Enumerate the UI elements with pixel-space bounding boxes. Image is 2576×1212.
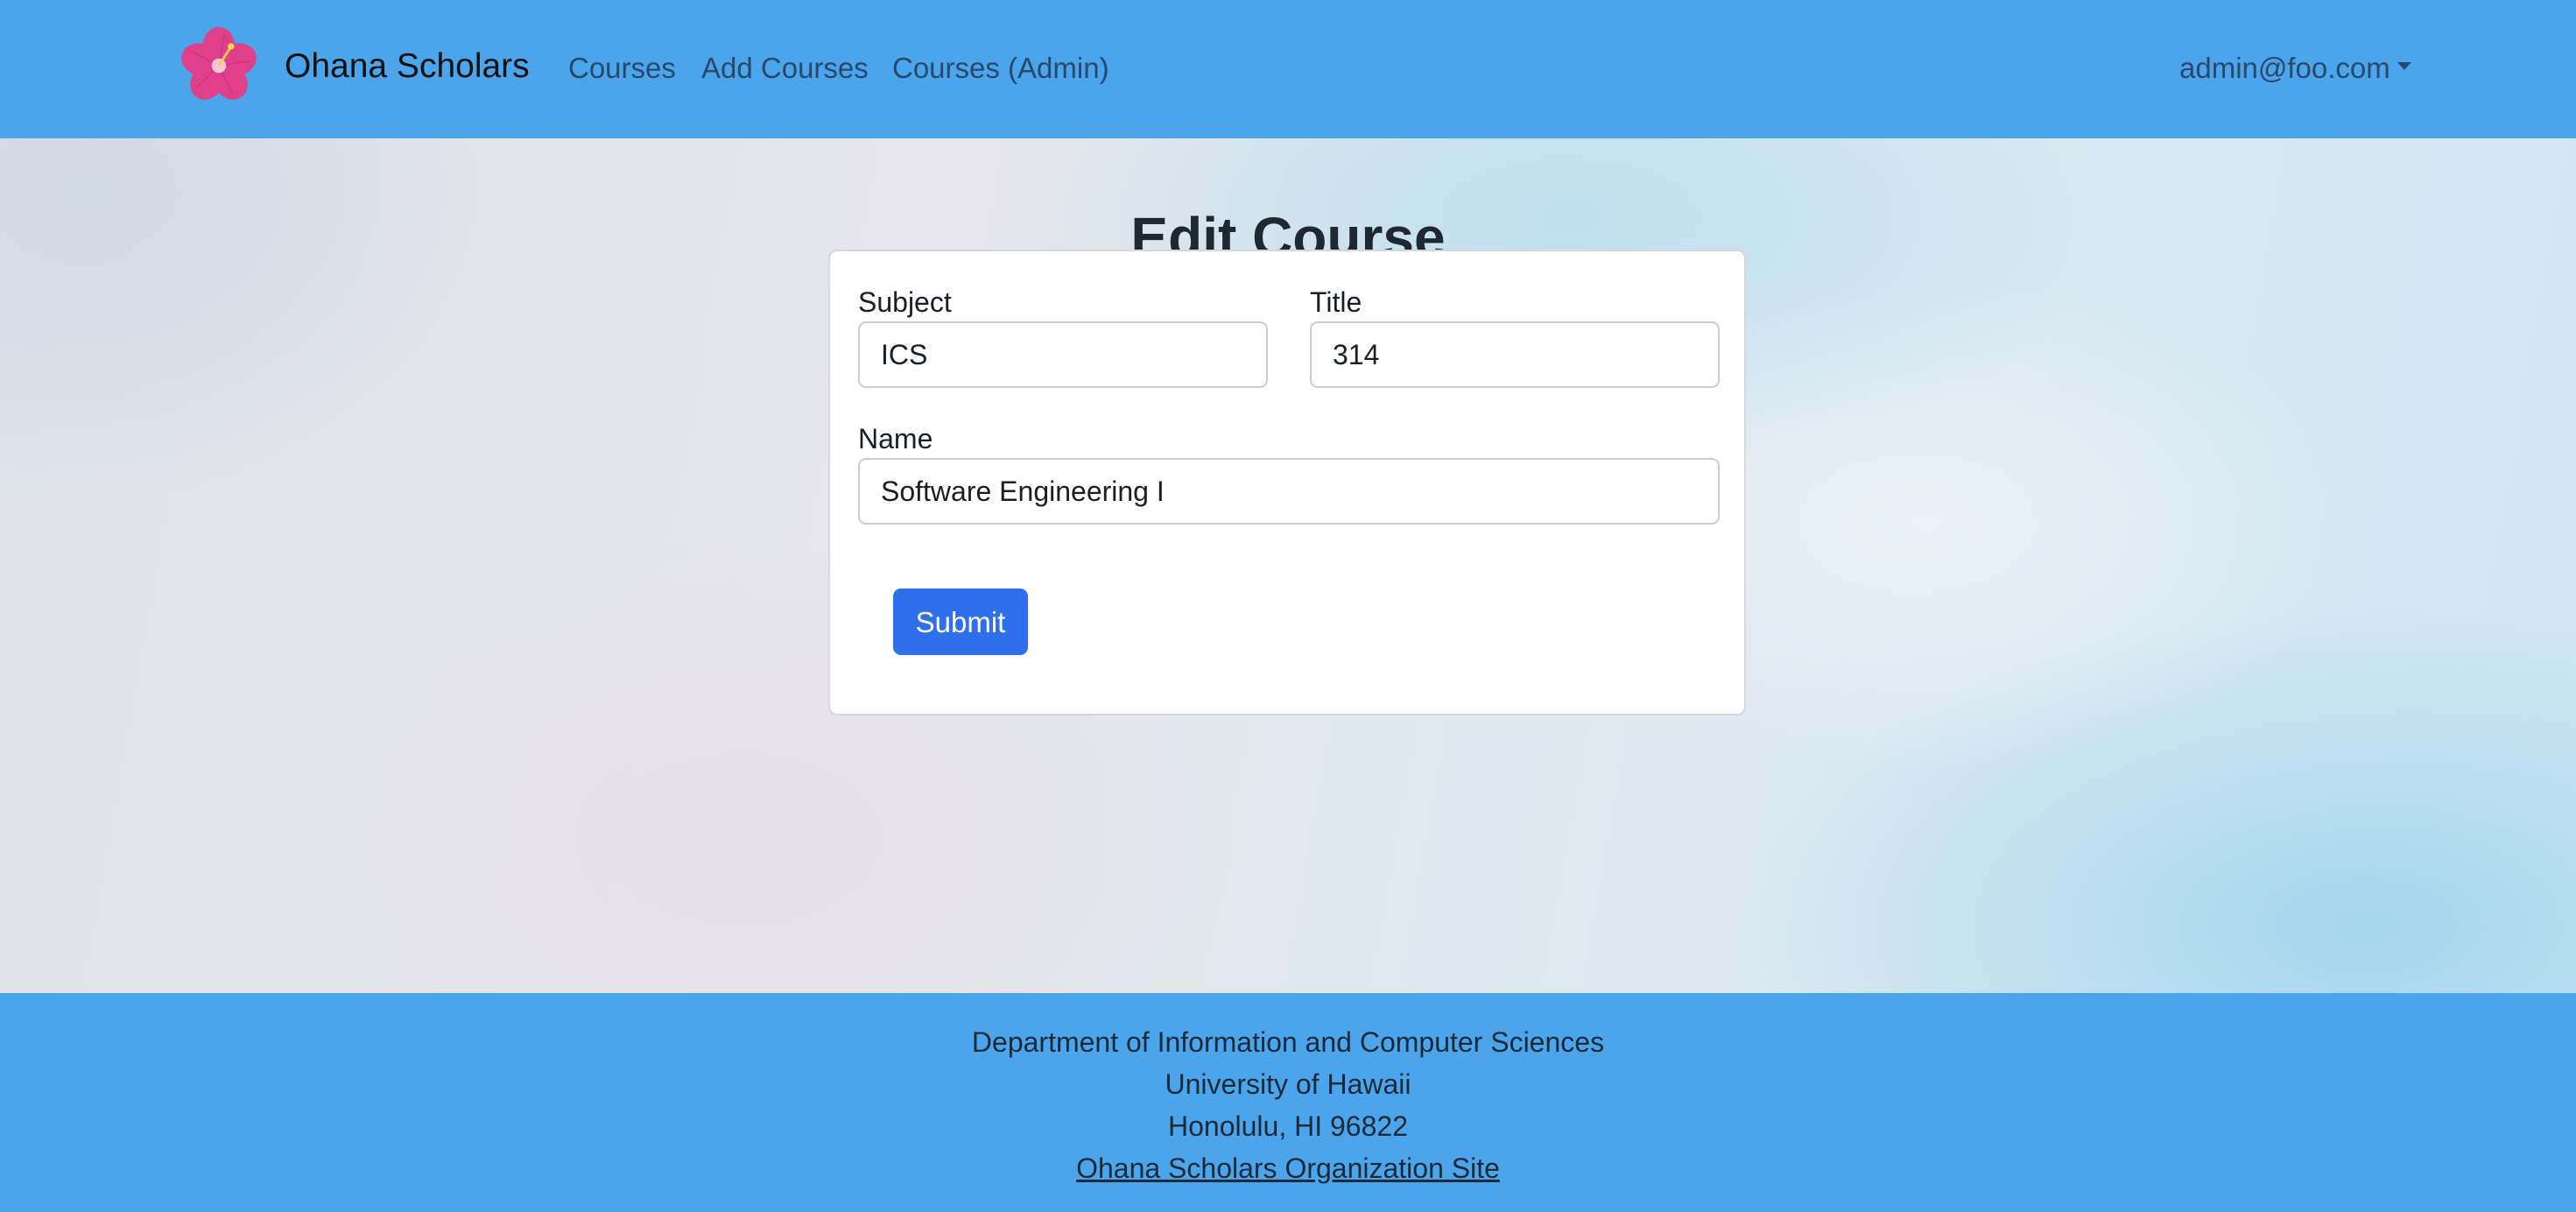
nav-courses-admin-link[interactable]: Courses (Admin) [892, 49, 1109, 88]
main-content: Edit Course Subject Title Name Submit [0, 138, 2576, 993]
footer-department: Department of Information and Computer S… [971, 1026, 1605, 1058]
footer-address: Honolulu, HI 96822 [1168, 1110, 1408, 1142]
submit-button[interactable]: Submit [893, 588, 1028, 655]
name-label: Name [858, 423, 933, 454]
name-input[interactable] [858, 458, 1720, 525]
footer-university: University of Hawaii [1165, 1068, 1411, 1100]
hibiscus-logo-icon[interactable] [179, 25, 259, 106]
top-navbar: Ohana Scholars Courses Add Courses Cours… [0, 0, 2576, 138]
user-email: admin@foo.com [2179, 52, 2390, 84]
subject-input[interactable] [858, 321, 1268, 388]
subject-label: Subject [858, 286, 952, 318]
footer: Department of Information and Computer S… [0, 993, 2576, 1212]
title-label: Title [1310, 286, 1362, 318]
organization-site-link[interactable]: Ohana Scholars Organization Site [1076, 1152, 1500, 1184]
title-input[interactable] [1310, 321, 1720, 388]
footer-link-row: Ohana Scholars Organization Site [0, 1147, 2576, 1189]
caret-down-icon [2397, 61, 2411, 70]
brand-name[interactable]: Ohana Scholars [285, 44, 530, 89]
edit-course-form: Subject Title Name Submit [828, 250, 1746, 715]
nav-courses-link[interactable]: Courses [568, 49, 676, 88]
nav-add-courses-link[interactable]: Add Courses [701, 49, 869, 88]
user-dropdown[interactable]: admin@foo.com [2179, 49, 2411, 88]
